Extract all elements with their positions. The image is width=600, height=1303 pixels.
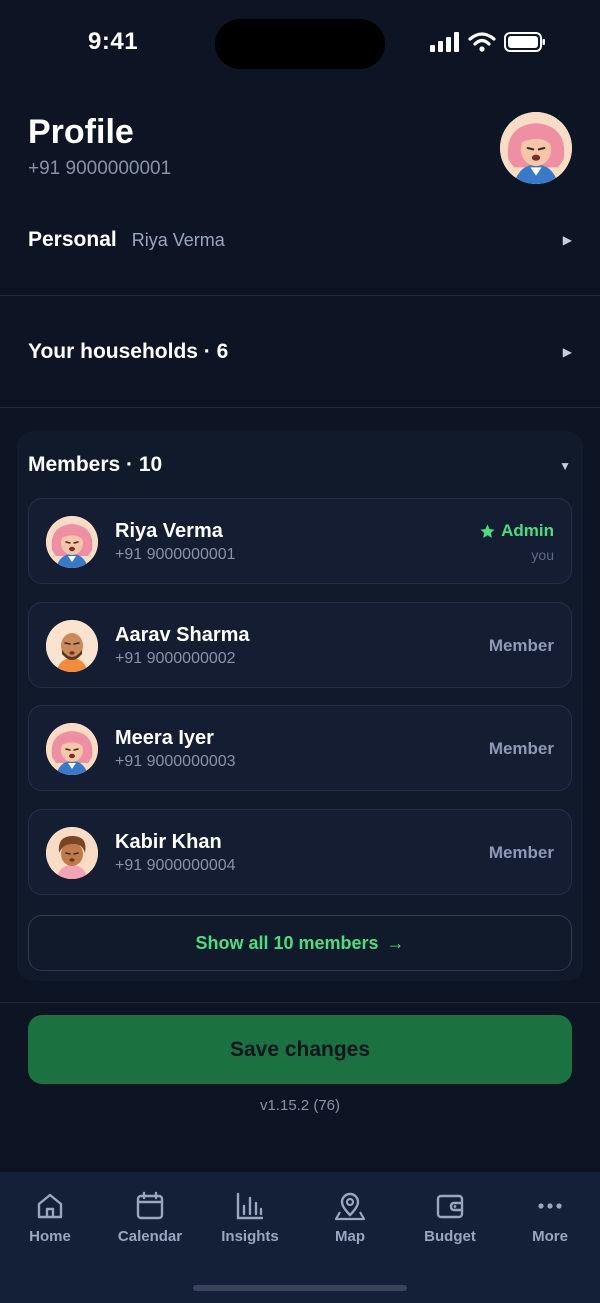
status-icons — [430, 32, 546, 52]
member-name: Riya Verma — [115, 520, 223, 542]
member-name: Kabir Khan — [115, 831, 222, 853]
member-role: Member — [488, 636, 554, 655]
tab-label: Map — [335, 1228, 365, 1245]
map-pin-icon — [334, 1192, 366, 1221]
tab-label: Insights — [221, 1228, 279, 1245]
personal-label: Personal — [28, 228, 117, 251]
tab-label: Calendar — [117, 1228, 183, 1245]
wifi-icon — [468, 32, 496, 52]
personal-row[interactable]: Personal Riya Verma ▶ — [0, 221, 600, 259]
battery-icon — [504, 32, 545, 52]
admin-badge: Admin — [479, 521, 554, 541]
page-title: Profile — [28, 113, 134, 151]
more-icon — [538, 1203, 562, 1209]
profile-header: Profile +91 9000000001 — [28, 113, 171, 180]
member-avatar — [46, 516, 98, 568]
wallet-icon — [436, 1194, 464, 1219]
version-label: v1.15.2 (76) — [259, 1097, 341, 1114]
profile-avatar[interactable] — [500, 112, 572, 184]
members-header[interactable]: Members · 10 — [28, 453, 162, 477]
tab-budget[interactable]: Budget — [400, 1190, 500, 1245]
insights-icon — [236, 1192, 264, 1220]
chevron-right-icon: ▶ — [562, 345, 572, 359]
chevron-down-icon[interactable]: ▼ — [559, 459, 571, 473]
signal-icon — [430, 32, 459, 52]
member-card[interactable]: Aarav Sharma +91 9000000002 Member — [28, 602, 572, 688]
tab-map[interactable]: Map — [300, 1190, 400, 1245]
tab-insights[interactable]: Insights — [200, 1190, 300, 1245]
households-row[interactable]: Your households · 6 ▶ — [0, 333, 600, 371]
divider — [0, 407, 600, 408]
arrow-right-icon: → — [386, 932, 405, 953]
you-tag: you — [531, 547, 554, 563]
home-icon — [37, 1193, 63, 1219]
member-phone: +91 9000000002 — [115, 650, 236, 667]
member-card[interactable]: Kabir Khan +91 9000000004 Member — [28, 809, 572, 895]
member-avatar — [46, 620, 98, 672]
member-card[interactable]: Riya Verma +91 9000000001 Admin you — [28, 498, 572, 584]
show-all-members-button[interactable]: Show all 10 members → — [28, 915, 572, 971]
divider — [0, 295, 600, 296]
chevron-right-icon: ▶ — [562, 233, 572, 247]
member-phone: +91 9000000004 — [115, 857, 236, 874]
home-indicator — [193, 1285, 407, 1291]
status-bar: 9:41 — [0, 0, 600, 90]
member-name: Aarav Sharma — [115, 624, 250, 646]
member-phone: +91 9000000003 — [115, 753, 236, 770]
dynamic-island — [215, 19, 385, 69]
tab-label: Budget — [424, 1228, 476, 1245]
member-role: Member — [488, 739, 554, 758]
households-label: Your households · 6 — [28, 340, 229, 363]
tab-label: More — [532, 1228, 568, 1245]
tab-calendar[interactable]: Calendar — [100, 1190, 200, 1245]
tab-bar: Home Calendar Insights Map Budget More — [0, 1172, 600, 1303]
member-avatar — [46, 827, 98, 879]
show-all-label: Show all 10 members — [195, 932, 379, 953]
member-role: Member — [488, 843, 554, 862]
tab-home[interactable]: Home — [0, 1190, 100, 1245]
members-section: Members · 10 ▼ Riya Verma +91 9000000001… — [17, 431, 583, 981]
member-role: Admin — [501, 521, 554, 540]
member-name: Meera Iyer — [115, 727, 214, 749]
profile-phone: +91 9000000001 — [28, 158, 172, 179]
status-time: 9:41 — [88, 28, 139, 55]
member-avatar — [46, 723, 98, 775]
personal-value: Riya Verma — [131, 229, 225, 250]
save-changes-button[interactable]: Save changes — [28, 1015, 572, 1084]
member-card[interactable]: Meera Iyer +91 9000000003 Member — [28, 705, 572, 791]
divider — [0, 1002, 600, 1003]
star-icon — [480, 523, 495, 538]
tab-label: Home — [29, 1228, 71, 1245]
member-phone: +91 9000000001 — [115, 546, 236, 563]
calendar-icon — [136, 1191, 164, 1220]
tab-more[interactable]: More — [500, 1190, 600, 1245]
